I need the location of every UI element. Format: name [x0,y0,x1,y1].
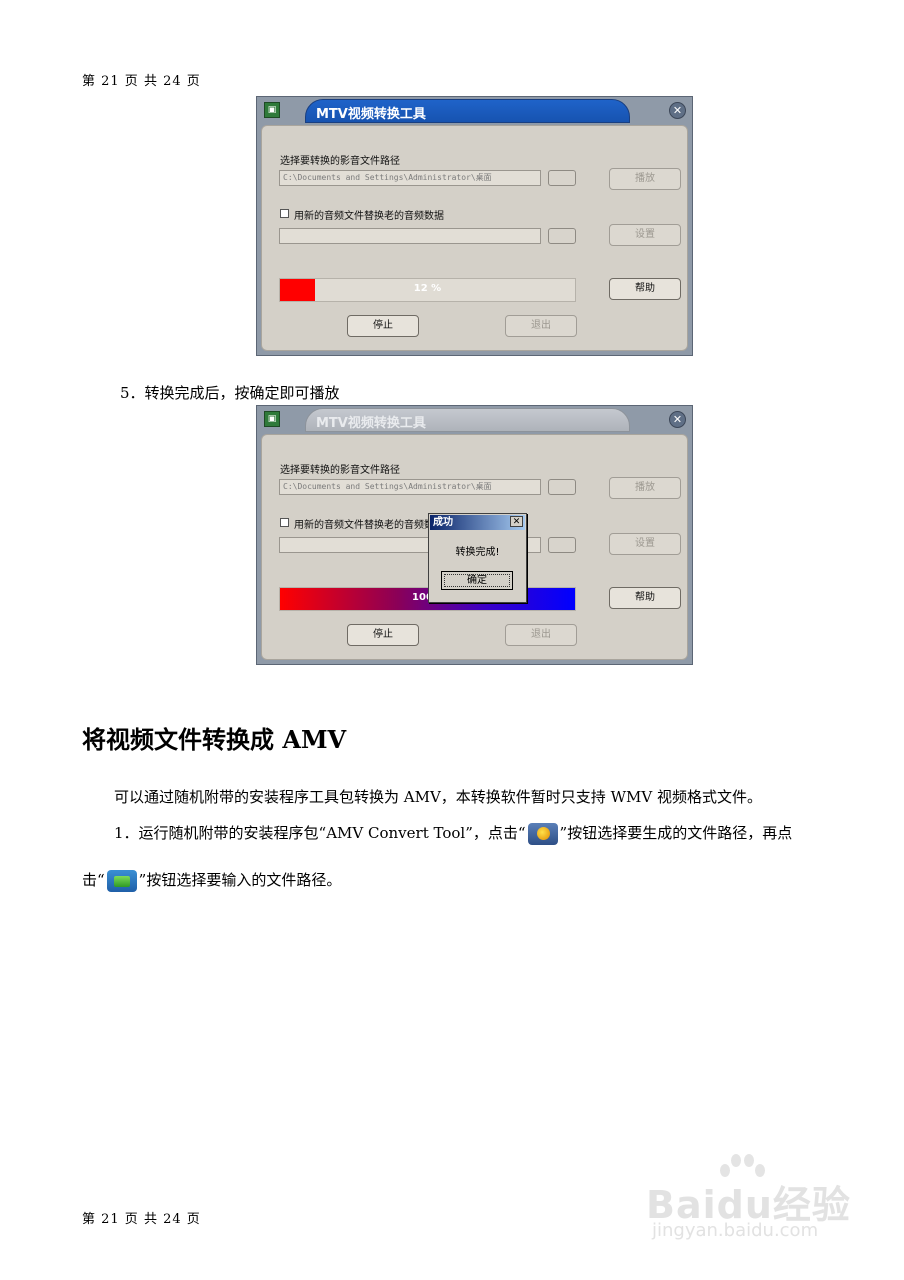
progress-text: 12 % [413,283,442,294]
open-file-icon [106,870,137,892]
exit-button[interactable]: 退出 [505,315,577,337]
close-icon[interactable]: ✕ [669,102,686,119]
progress-bar: 12 % [279,278,576,302]
browse-source-button[interactable] [548,170,576,186]
settings-button[interactable]: 设置 [609,224,681,246]
page-number-top: 第 21 页 共 24 页 [82,74,201,89]
step1-text-d: ”按钮选择要输入的文件路径。 [138,871,342,889]
replace-audio-label: 用新的音频文件替换老的音频数据 [294,211,444,222]
watermark-url: jingyan.baidu.com [652,1220,819,1241]
window-titlebar: ▣ MTV视频转换工具 ✕ [257,406,692,434]
step1-text-c: 击“ [82,871,105,889]
source-path-label: 选择要转换的影音文件路径 [280,156,400,167]
audio-path-field[interactable] [279,228,541,244]
window-title: MTV视频转换工具 [316,107,426,122]
play-button[interactable]: 播放 [609,168,681,190]
window-body: 选择要转换的影音文件路径 C:\Documents and Settings\A… [261,125,688,351]
step1-line2: 击“ ”按钮选择要输入的文件路径。 [82,869,341,892]
dialog-message: 转换完成! [455,547,500,558]
source-path-label: 选择要转换的影音文件路径 [280,465,400,476]
app-icon: ▣ [264,411,280,427]
app-icon: ▣ [264,102,280,118]
generate-path-icon [527,823,558,845]
dialog-ok-button[interactable]: 确定 [441,571,513,590]
browse-audio-button[interactable] [548,537,576,553]
source-path-field[interactable]: C:\Documents and Settings\Administrator\… [279,479,541,495]
settings-button[interactable]: 设置 [609,533,681,555]
window-title: MTV视频转换工具 [316,416,426,431]
title-tab: MTV视频转换工具 [305,99,630,123]
page-number-bottom: 第 21 页 共 24 页 [82,1212,201,1227]
step1-text-a: 1．运行随机附带的安装程序包“AMV Convert Tool”，点击“ [114,824,526,842]
mtv-window-converting: ▣ MTV视频转换工具 ✕ 选择要转换的影音文件路径 C:\Documents … [256,96,693,356]
title-tab: MTV视频转换工具 [305,408,630,432]
exit-button[interactable]: 退出 [505,624,577,646]
close-icon[interactable]: ✕ [669,411,686,428]
intro-paragraph: 可以通过随机附带的安装程序工具包转换为 AMV，本转换软件暂时只支持 WMV 视… [114,788,762,806]
section-heading: 将视频文件转换成 AMV [82,725,347,754]
success-dialog: 成功 ✕ 转换完成! 确定 [428,513,527,603]
window-titlebar: ▣ MTV视频转换工具 ✕ [257,97,692,125]
browse-audio-button[interactable] [548,228,576,244]
play-button[interactable]: 播放 [609,477,681,499]
dialog-close-icon[interactable]: ✕ [510,516,523,527]
stop-button[interactable]: 停止 [347,315,419,337]
step5-text: 5．转换完成后，按确定即可播放 [120,384,340,402]
browse-source-button[interactable] [548,479,576,495]
replace-audio-checkbox[interactable] [280,209,289,218]
step1-line1: 1．运行随机附带的安装程序包“AMV Convert Tool”，点击“ ”按钮选… [114,822,792,845]
baidu-watermark: Baidu经验 jingyan.baidu.com [646,1150,856,1250]
replace-audio-checkbox[interactable] [280,518,289,527]
stop-button[interactable]: 停止 [347,624,419,646]
help-button[interactable]: 帮助 [609,587,681,609]
step1-text-b: ”按钮选择要生成的文件路径，再点 [559,824,793,842]
replace-audio-label: 用新的音频文件替换老的音频数据 [294,520,444,531]
source-path-field[interactable]: C:\Documents and Settings\Administrator\… [279,170,541,186]
help-button[interactable]: 帮助 [609,278,681,300]
